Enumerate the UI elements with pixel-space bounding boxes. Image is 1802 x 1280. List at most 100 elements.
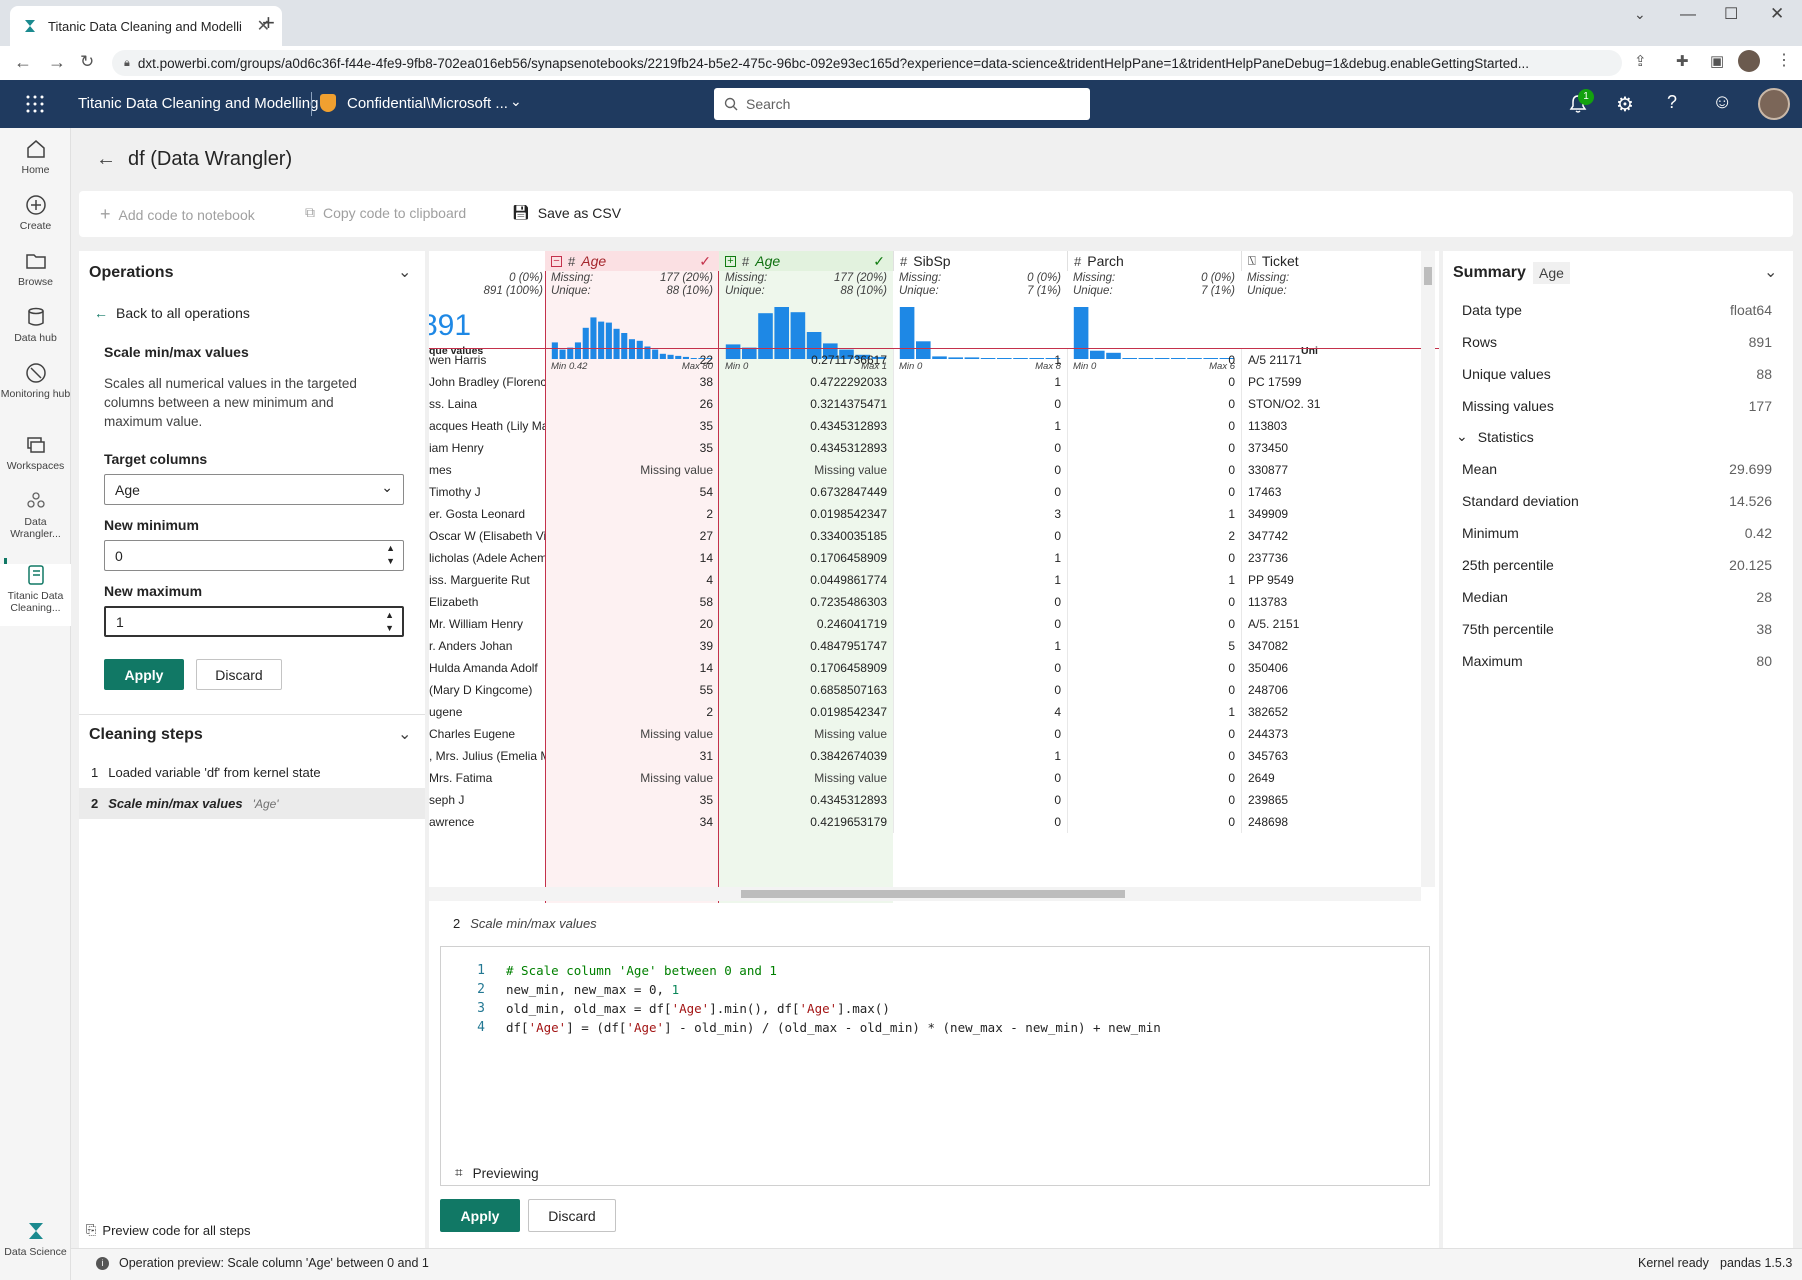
table-cell[interactable]: 0.246041719	[719, 613, 893, 635]
table-cell[interactable]: iss. Marguerite Rut	[429, 569, 545, 591]
sidepanel-icon[interactable]: ▣	[1710, 52, 1724, 70]
table-row[interactable]: er. Gosta Leonard 2 0.0198542347 3 1 349909	[429, 503, 1429, 525]
table-cell[interactable]: 17463	[1241, 481, 1321, 503]
nav-browse[interactable]: Browse	[0, 250, 71, 288]
table-row[interactable]: ss. Laina 26 0.3214375471 0 0 STON/O2. 310	[429, 393, 1429, 415]
table-cell[interactable]: 0	[893, 591, 1067, 613]
table-cell[interactable]: 38	[545, 371, 719, 393]
table-row[interactable]: ugene 2 0.0198542347 4 1 382652	[429, 701, 1429, 723]
table-cell[interactable]: 14	[545, 657, 719, 679]
table-cell[interactable]: iam Henry	[429, 437, 545, 459]
nav-workspaces[interactable]: Workspaces	[0, 434, 71, 472]
nav-datascience[interactable]: Data Science	[0, 1220, 71, 1258]
table-cell[interactable]: 2	[1067, 525, 1241, 547]
table-cell[interactable]: 0	[1067, 745, 1241, 767]
table-cell[interactable]: 0	[1067, 415, 1241, 437]
table-cell[interactable]: 0.4345312893	[719, 437, 893, 459]
back-to-operations-link[interactable]: ← Back to all operations	[94, 305, 250, 321]
browser-menu-icon[interactable]: ⋮	[1776, 50, 1792, 70]
help-icon[interactable]: ?	[1667, 92, 1677, 113]
table-row[interactable]: r. Anders Johan 39 0.4847951747 1 5 347082	[429, 635, 1429, 657]
table-cell[interactable]: 239865	[1241, 789, 1321, 811]
table-cell[interactable]: 0.4345312893	[719, 789, 893, 811]
new-tab-button[interactable]: +	[262, 10, 275, 36]
table-cell[interactable]: 0	[893, 679, 1067, 701]
collapse-operations-chevron-icon[interactable]: ⌄	[398, 262, 411, 282]
table-cell[interactable]: 0	[1067, 679, 1241, 701]
table-cell[interactable]: 22	[545, 349, 719, 371]
table-cell[interactable]: 330877	[1241, 459, 1321, 481]
table-cell[interactable]: 0	[1067, 811, 1241, 833]
table-cell[interactable]: 0.3340035185	[719, 525, 893, 547]
table-cell[interactable]: 0.7235486303	[719, 591, 893, 613]
new-minimum-input[interactable]: 0 ▲ ▼	[104, 540, 404, 571]
table-cell[interactable]: wen Harris	[429, 349, 545, 371]
column-header-sibsp[interactable]: # SibSp	[893, 251, 1067, 271]
table-cell[interactable]: (Mary D Kingcome)	[429, 679, 545, 701]
workspace-title[interactable]: Titanic Data Cleaning and Modelling	[78, 95, 318, 112]
table-row[interactable]: awrence 34 0.4219653179 0 0 248698	[429, 811, 1429, 833]
table-row[interactable]: wen Harris 22 0.2711736617 1 0 A/5 21171	[429, 349, 1429, 371]
table-cell[interactable]: 248706	[1241, 679, 1321, 701]
table-cell[interactable]: 113783	[1241, 591, 1321, 613]
table-row[interactable]: acques Heath (Lily Ma 35 0.4345312893 1 0 113…	[429, 415, 1429, 437]
table-cell[interactable]: 0	[1067, 723, 1241, 745]
table-row[interactable]: iam Henry 35 0.4345312893 0 0 373450	[429, 437, 1429, 459]
table-cell[interactable]: seph J	[429, 789, 545, 811]
table-cell[interactable]: 345763	[1241, 745, 1321, 767]
feedback-smiley-icon[interactable]: ☺	[1712, 91, 1732, 114]
table-row[interactable]: Oscar W (Elisabeth Vil 27 0.3340035185 0 2 34…	[429, 525, 1429, 547]
table-cell[interactable]: 0	[1067, 349, 1241, 371]
table-cell[interactable]: 1	[1067, 503, 1241, 525]
table-cell[interactable]: 35	[545, 437, 719, 459]
table-cell[interactable]: 382652	[1241, 701, 1321, 723]
table-cell[interactable]: 0	[893, 393, 1067, 415]
table-cell[interactable]: 1	[893, 635, 1067, 657]
save-csv-button[interactable]: 💾︎ Save as CSV	[512, 204, 621, 221]
collapse-summary-chevron-icon[interactable]: ⌄	[1764, 262, 1777, 282]
table-cell[interactable]: Missing value	[719, 767, 893, 789]
table-cell[interactable]: Elizabeth	[429, 591, 545, 613]
table-cell[interactable]: 35	[545, 789, 719, 811]
vertical-scrollbar[interactable]	[1421, 251, 1435, 887]
table-cell[interactable]: John Bradley (Florenc	[429, 371, 545, 393]
target-columns-dropdown[interactable]: Age ⌄	[104, 474, 404, 505]
table-row[interactable]: , Mrs. Julius (Emelia M 31 0.3842674039 1 0 3…	[429, 745, 1429, 767]
table-cell[interactable]: STON/O2. 310	[1241, 393, 1321, 415]
table-cell[interactable]: 350406	[1241, 657, 1321, 679]
table-row[interactable]: John Bradley (Florenc 38 0.4722292033 1 0 PC …	[429, 371, 1429, 393]
table-cell[interactable]: A/5 21171	[1241, 349, 1321, 371]
table-cell[interactable]: 0	[893, 767, 1067, 789]
tab-search-icon[interactable]: ⌄	[1634, 6, 1646, 23]
table-cell[interactable]: 0	[893, 459, 1067, 481]
table-cell[interactable]: 34	[545, 811, 719, 833]
table-cell[interactable]: mes	[429, 459, 545, 481]
sensitivity-label[interactable]: Confidential\Microsoft ...	[347, 95, 508, 112]
table-cell[interactable]: 35	[545, 415, 719, 437]
table-cell[interactable]: 0.1706458909	[719, 657, 893, 679]
table-cell[interactable]: , Mrs. Julius (Emelia M	[429, 745, 545, 767]
cleaning-step-active[interactable]: 2 Scale min/max values 'Age'	[79, 788, 425, 819]
table-cell[interactable]: 26	[545, 393, 719, 415]
table-cell[interactable]: 0	[1067, 459, 1241, 481]
table-row[interactable]: Hulda Amanda Adolf 14 0.1706458909 0 0 350406	[429, 657, 1429, 679]
table-cell[interactable]: A/5. 2151	[1241, 613, 1321, 635]
share-icon[interactable]: ⇪	[1634, 52, 1647, 70]
table-cell[interactable]: Mrs. Fatima	[429, 767, 545, 789]
table-cell[interactable]: r. Anders Johan	[429, 635, 545, 657]
table-cell[interactable]: 1	[893, 569, 1067, 591]
spin-stepper-icon[interactable]: ▲ ▼	[385, 609, 394, 635]
table-cell[interactable]: 0.0449861774	[719, 569, 893, 591]
table-row[interactable]: iss. Marguerite Rut 4 0.0449861774 1 1 PP 954…	[429, 569, 1429, 591]
table-cell[interactable]: 0	[893, 811, 1067, 833]
table-row[interactable]: Charles Eugene Missing value Missing value…	[429, 723, 1429, 745]
table-cell[interactable]: 31	[545, 745, 719, 767]
spin-stepper-icon[interactable]: ▲ ▼	[386, 542, 395, 568]
table-cell[interactable]: 0	[1067, 481, 1241, 503]
table-cell[interactable]: Timothy J	[429, 481, 545, 503]
preview-all-code-link[interactable]: ⎘ Preview code for all steps	[86, 1222, 251, 1238]
table-cell[interactable]: 55	[545, 679, 719, 701]
table-cell[interactable]: 0	[1067, 393, 1241, 415]
statistics-toggle[interactable]: ⌄ Statistics	[1456, 428, 1534, 445]
table-cell[interactable]: ugene	[429, 701, 545, 723]
